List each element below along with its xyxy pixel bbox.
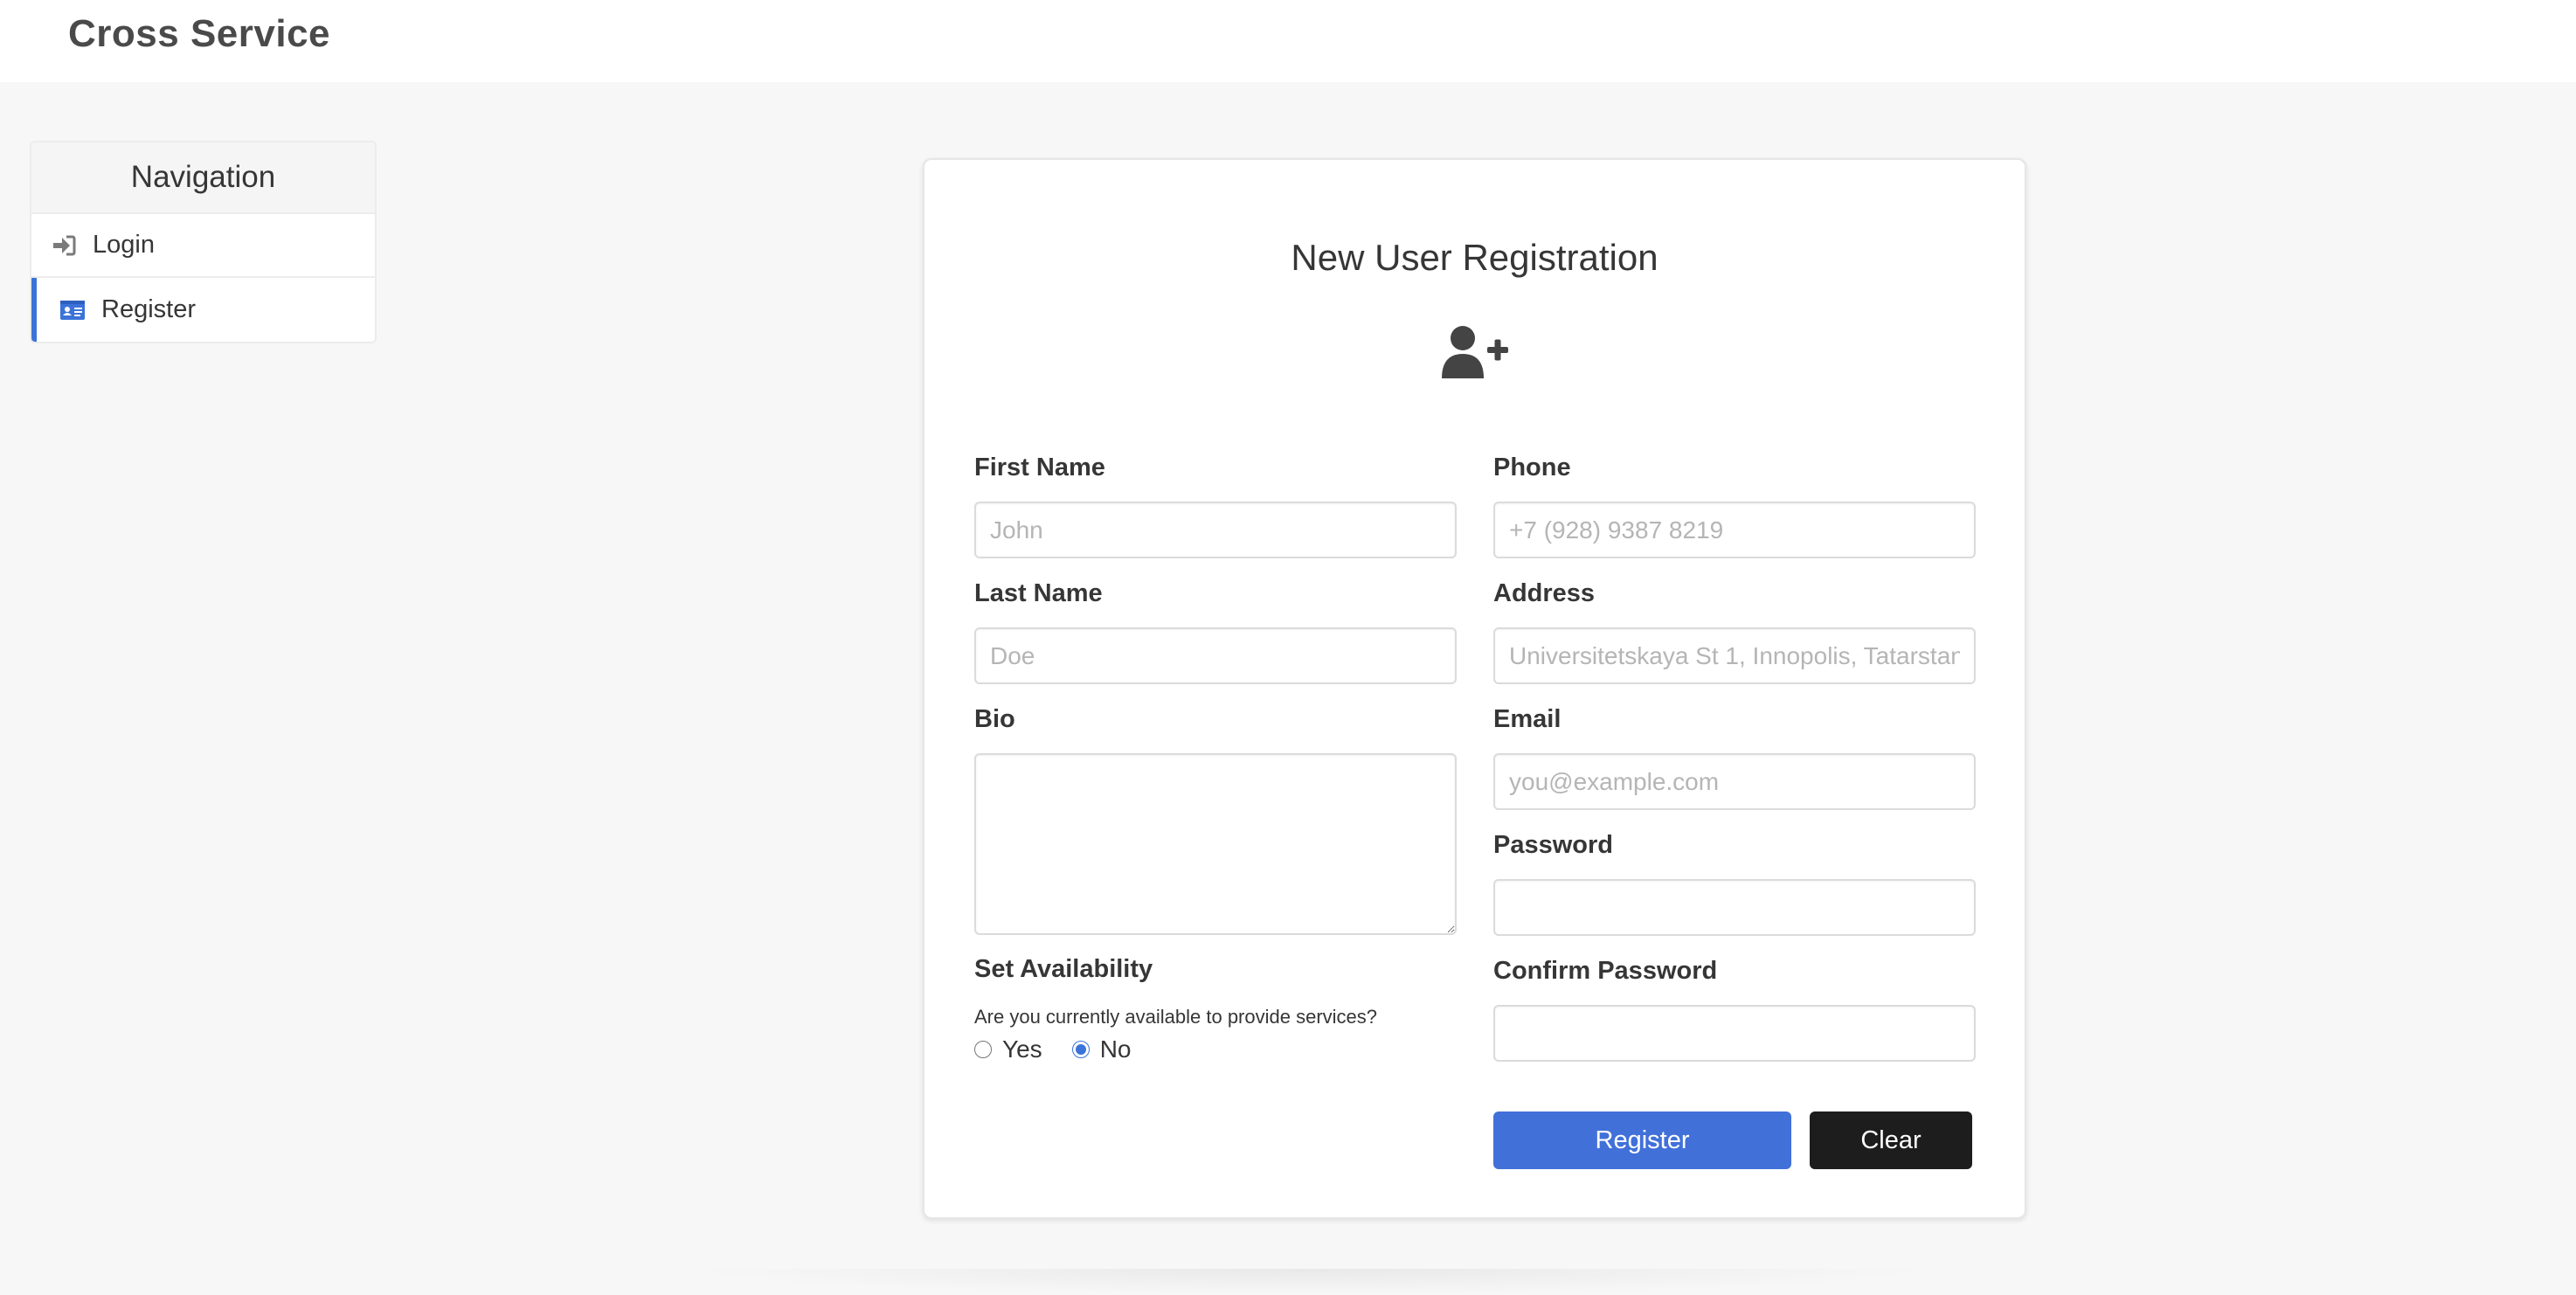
sidebar-item-label: Login (93, 231, 155, 259)
sign-in-icon (51, 234, 77, 257)
availability-no-label: No (1099, 1035, 1132, 1063)
navigation-heading: Navigation (31, 142, 375, 214)
availability-yes-label: Yes (1002, 1035, 1042, 1063)
top-header: Cross Service (0, 0, 2576, 82)
last-name-input[interactable] (974, 627, 1457, 684)
availability-no-option[interactable]: No (1071, 1035, 1132, 1063)
availability-question: Are you currently available to provide s… (974, 1006, 1378, 1028)
email-label: Email (1493, 705, 1562, 733)
first-name-input[interactable] (974, 502, 1457, 558)
last-name-label: Last Name (974, 579, 1103, 607)
sidebar-item-register[interactable]: Register (31, 278, 375, 342)
phone-label: Phone (1493, 454, 1571, 481)
password-input[interactable] (1493, 879, 1976, 936)
email-input[interactable] (1493, 753, 1976, 810)
availability-options: Yes No (974, 1035, 1160, 1063)
confirm-password-input[interactable] (1493, 1005, 1976, 1062)
first-name-label: First Name (974, 454, 1105, 481)
address-label: Address (1493, 579, 1596, 607)
registration-card: New User Registration First Name Last Na… (923, 158, 2026, 1219)
password-label: Password (1493, 831, 1613, 859)
clear-button[interactable]: Clear (1810, 1111, 1972, 1169)
availability-label: Set Availability (974, 955, 1153, 983)
id-card-icon (59, 299, 86, 322)
availability-yes-radio[interactable] (974, 1041, 992, 1058)
bio-label: Bio (974, 705, 1015, 733)
brand-title[interactable]: Cross Service (68, 12, 330, 56)
sidebar-item-login[interactable]: Login (31, 214, 375, 278)
page-title: New User Registration (1291, 237, 1658, 278)
phone-input[interactable] (1493, 502, 1976, 558)
availability-yes-option[interactable]: Yes (974, 1035, 1042, 1063)
address-input[interactable] (1493, 627, 1976, 684)
confirm-password-label: Confirm Password (1493, 957, 1718, 985)
bio-textarea[interactable] (974, 753, 1457, 935)
availability-no-radio[interactable] (1071, 1041, 1090, 1058)
user-plus-icon (1442, 326, 1508, 378)
register-button[interactable]: Register (1493, 1111, 1791, 1169)
navigation-panel: Navigation Login Register (30, 141, 377, 343)
sidebar-item-label: Register (101, 295, 196, 323)
